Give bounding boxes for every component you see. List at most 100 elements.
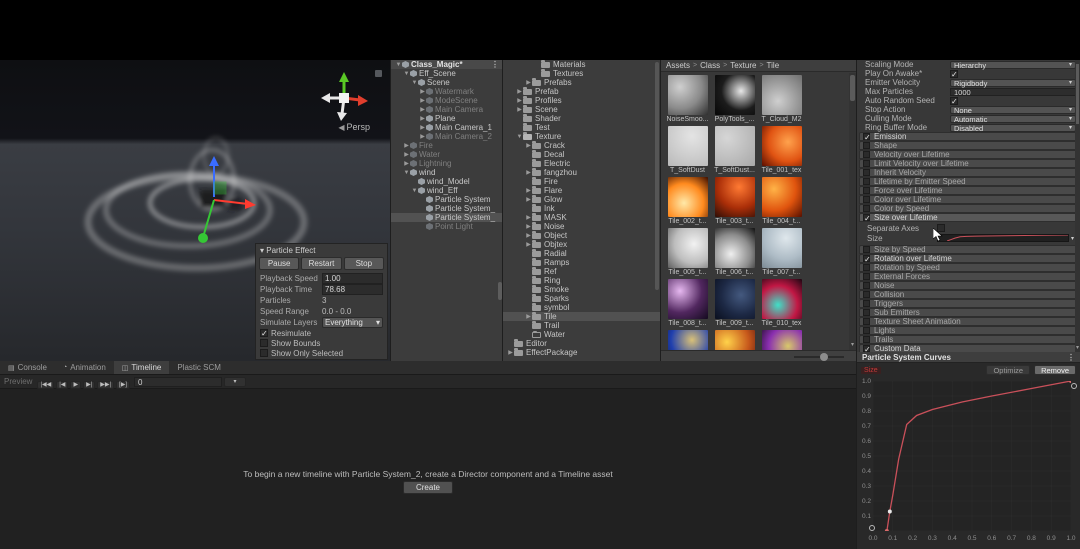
hierarchy-item-main-camera-2[interactable]: ▶Main Camera_2 — [391, 132, 502, 141]
module-checkbox[interactable] — [863, 133, 870, 140]
module-checkbox[interactable] — [863, 273, 870, 280]
hierarchy-item-particle-system-[interactable]: Particle System_ — [391, 213, 502, 222]
folder-item-ring[interactable]: Ring — [503, 276, 660, 285]
inspector-scroll-down-icon[interactable]: ▾ — [1075, 344, 1080, 351]
module-checkbox[interactable] — [863, 345, 870, 352]
expand-arrow-icon[interactable]: ▶ — [516, 97, 523, 104]
asset-grid-scrollbar[interactable]: ▾ — [849, 73, 856, 350]
module-checkbox[interactable] — [863, 142, 870, 149]
curve-start-gear-icon[interactable] — [869, 525, 875, 531]
folder-item-decal[interactable]: Decal — [503, 150, 660, 159]
folder-item-radial[interactable]: Radial — [503, 249, 660, 258]
module-limit-velocity-over-lifetime[interactable]: Limit Velocity over Lifetime — [859, 159, 1078, 168]
folder-item-glow[interactable]: ▶Glow — [503, 195, 660, 204]
size-curve-field[interactable] — [937, 234, 1069, 242]
property-play-on-awake--checkbox[interactable] — [950, 70, 958, 78]
expand-arrow-icon[interactable]: ▼ — [403, 170, 410, 176]
persp-label[interactable]: ◀Persp — [338, 122, 370, 132]
module-checkbox[interactable] — [863, 178, 870, 185]
expand-arrow-icon[interactable]: ▶ — [419, 124, 426, 131]
remove-button[interactable]: Remove — [1034, 365, 1076, 375]
asset-item-tile-004-t-[interactable]: Tile_004_t... — [759, 177, 804, 226]
stop-button[interactable]: Stop — [344, 257, 384, 270]
module-rotation-by-speed[interactable]: Rotation by Speed — [859, 263, 1078, 272]
expand-arrow-icon[interactable]: ▼ — [395, 62, 402, 68]
hierarchy-item-particle-system-[interactable]: Particle System_ — [391, 204, 502, 213]
expand-arrow-icon[interactable]: ▶ — [525, 187, 532, 194]
asset-item-tile-007-t-[interactable]: Tile_007_t... — [759, 228, 804, 277]
module-noise[interactable]: Noise — [859, 281, 1078, 290]
curves-menu-icon[interactable]: ⋮ — [1067, 353, 1075, 362]
hierarchy-item-main-camera-1[interactable]: ▶Main Camera_1 — [391, 123, 502, 132]
preview-toggle[interactable]: Preview — [4, 377, 32, 386]
scroll-down-arrow-icon[interactable]: ▾ — [849, 341, 856, 348]
property-auto-random-seed-checkbox[interactable] — [950, 97, 958, 105]
hierarchy-item-fire[interactable]: ▶Fire — [391, 141, 502, 150]
folder-item-scene[interactable]: ▶Scene — [503, 105, 660, 114]
module-texture-sheet-animation[interactable]: Texture Sheet Animation — [859, 317, 1078, 326]
module-checkbox[interactable] — [863, 214, 870, 221]
asset-item-noisesmoo-[interactable]: NoiseSmoo... — [665, 75, 710, 124]
module-checkbox[interactable] — [863, 282, 870, 289]
folder-item-flare[interactable]: ▶Flare — [503, 186, 660, 195]
expand-arrow-icon[interactable]: ▶ — [507, 349, 514, 356]
folder-item-water[interactable]: Water — [503, 330, 660, 339]
module-trails[interactable]: Trails — [859, 335, 1078, 344]
folder-item-objtex[interactable]: ▶Objtex — [503, 240, 660, 249]
expand-arrow-icon[interactable]: ▶ — [516, 106, 523, 113]
hierarchy-item-class-magic-[interactable]: ▼Class_Magic*⋮ — [391, 60, 502, 69]
scene-gizmo-lock-icon[interactable] — [375, 70, 382, 77]
curve-end-gear-icon[interactable] — [1071, 383, 1077, 389]
expand-arrow-icon[interactable]: ▶ — [525, 214, 532, 221]
property-scaling-mode-dropdown[interactable]: Hierarchy▾ — [950, 61, 1076, 69]
folder-item-materials[interactable]: Materials — [503, 60, 660, 69]
expand-arrow-icon[interactable]: ▼ — [516, 134, 523, 140]
module-checkbox[interactable] — [863, 187, 870, 194]
module-emission[interactable]: Emission — [859, 132, 1078, 141]
folder-item-trail[interactable]: Trail — [503, 321, 660, 330]
expand-arrow-icon[interactable]: ▶ — [525, 79, 532, 86]
hierarchy-item-point-light[interactable]: Point Light — [391, 222, 502, 231]
folder-item-fangzhou[interactable]: ▶fangzhou — [503, 168, 660, 177]
expand-arrow-icon[interactable]: ▼ — [411, 188, 418, 194]
scene-view[interactable]: ◀Persp ▾ Particle Effect PauseRestartSto… — [0, 60, 390, 361]
folder-item-smoke[interactable]: Smoke — [503, 285, 660, 294]
pause-button[interactable]: Pause — [259, 257, 299, 270]
module-checkbox[interactable] — [863, 196, 870, 203]
expand-arrow-icon[interactable]: ▶ — [419, 106, 426, 113]
folder-item-effectpackage[interactable]: ▶EffectPackage — [503, 348, 660, 357]
module-checkbox[interactable] — [863, 300, 870, 307]
hierarchy-item-wind[interactable]: ▼wind — [391, 168, 502, 177]
module-checkbox[interactable] — [863, 318, 870, 325]
expand-arrow-icon[interactable]: ▶ — [403, 160, 410, 167]
folder-item-textures[interactable]: Textures — [503, 69, 660, 78]
hierarchy-item-main-camera[interactable]: ▶Main Camera — [391, 105, 502, 114]
expand-arrow-icon[interactable]: ▶ — [525, 223, 532, 230]
inspector-scrollbar[interactable]: ▾ — [1075, 60, 1080, 352]
expand-arrow-icon[interactable]: ▶ — [419, 115, 426, 122]
expand-arrow-icon[interactable]: ▶ — [525, 169, 532, 176]
folder-item-electric[interactable]: Electric — [503, 159, 660, 168]
folder-item-prefabs[interactable]: ▶Prefabs — [503, 78, 660, 87]
breadcrumb-item-tile[interactable]: Tile — [767, 61, 780, 70]
transport-button[interactable]: ▶ — [70, 381, 81, 389]
restart-button[interactable]: Restart — [301, 257, 341, 270]
folder-item-prefab[interactable]: ▶Prefab — [503, 87, 660, 96]
module-checkbox[interactable] — [863, 291, 870, 298]
hierarchy-item-scene[interactable]: ▼Scene — [391, 78, 502, 87]
folder-item-test[interactable]: Test — [503, 123, 660, 132]
simulate-layers-value[interactable]: Everything▾ — [322, 317, 383, 328]
folder-item-noise[interactable]: ▶Noise — [503, 222, 660, 231]
asset-item-tile-005-t-[interactable]: Tile_005_t... — [665, 228, 710, 277]
expand-arrow-icon[interactable]: ▶ — [525, 142, 532, 149]
expand-arrow-icon[interactable]: ▶ — [403, 151, 410, 158]
folder-item-ink[interactable]: Ink — [503, 204, 660, 213]
breadcrumb-item-texture[interactable]: Texture — [730, 61, 756, 70]
folder-item-profiles[interactable]: ▶Profiles — [503, 96, 660, 105]
module-color-by-speed[interactable]: Color by Speed — [859, 204, 1078, 213]
module-external-forces[interactable]: External Forces — [859, 272, 1078, 281]
module-checkbox[interactable] — [863, 336, 870, 343]
frame-field[interactable]: 0 — [134, 377, 222, 387]
asset-item-tile-002-t-[interactable]: Tile_002_t... — [665, 177, 710, 226]
folder-item-editor[interactable]: Editor — [503, 339, 660, 348]
